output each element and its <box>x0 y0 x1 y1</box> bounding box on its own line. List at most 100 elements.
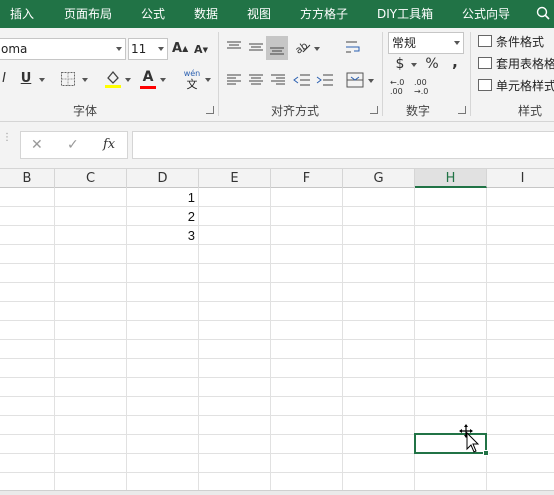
orientation-icon[interactable]: ab <box>294 38 312 56</box>
svg-text:ab: ab <box>294 40 310 56</box>
column-header-d[interactable]: D <box>127 169 199 188</box>
fill-color-icon[interactable] <box>104 69 122 89</box>
decrease-font-icon[interactable]: A▼ <box>193 41 209 59</box>
currency-icon[interactable]: $ <box>394 55 406 73</box>
number-launcher-icon[interactable] <box>458 106 466 114</box>
increase-font-icon[interactable]: A▲ <box>172 40 188 58</box>
format-as-table-label: 套用表格格 <box>496 57 554 71</box>
ribbon-body: oma 11 A▲ A▼ I U A wén 文 字体 ab 对齐方式 常规 $… <box>0 28 554 122</box>
cell-styles-label: 单元格样式 <box>496 79 554 93</box>
gridline <box>0 415 554 416</box>
chevron-down-icon[interactable] <box>125 78 131 82</box>
insert-function-icon[interactable]: fx <box>103 137 115 152</box>
cancel-icon[interactable]: ✕ <box>31 137 43 153</box>
number-format-box[interactable]: 常规 <box>388 32 464 54</box>
tab-page-layout[interactable]: 页面布局 <box>64 0 112 28</box>
italic-button[interactable]: I <box>0 70 8 88</box>
font-launcher-icon[interactable] <box>206 106 214 114</box>
merge-icon[interactable] <box>346 72 364 88</box>
align-middle-icon[interactable] <box>248 40 264 54</box>
gridline <box>0 244 554 245</box>
underline-button[interactable]: U <box>19 70 33 88</box>
decrease-decimal-icon[interactable]: .00 →.0 <box>414 78 436 96</box>
gridline <box>0 206 554 207</box>
enter-icon[interactable]: ✓ <box>67 137 79 153</box>
percent-icon[interactable]: % <box>425 55 439 73</box>
gridline <box>0 225 554 226</box>
gridline <box>0 282 554 283</box>
gridline <box>0 301 554 302</box>
chevron-down-icon[interactable] <box>205 78 211 82</box>
cell-styles-button[interactable]: 单元格样式 <box>478 76 554 96</box>
column-header-e[interactable]: E <box>199 169 271 188</box>
gridline <box>0 472 554 473</box>
align-bottom-button[interactable] <box>266 36 288 60</box>
alignment-launcher-icon[interactable] <box>370 106 378 114</box>
column-header-b[interactable]: B <box>0 169 55 188</box>
tab-insert[interactable]: 插入 <box>10 0 34 28</box>
gridline <box>0 263 554 264</box>
grip-icon[interactable]: ⋮ <box>2 133 12 143</box>
chevron-down-icon[interactable] <box>368 79 374 83</box>
search-icon[interactable] <box>536 6 550 20</box>
chevron-down-icon[interactable] <box>82 78 88 82</box>
font-color-icon[interactable]: A <box>140 68 156 86</box>
gridline <box>0 358 554 359</box>
cell-d3[interactable]: 3 <box>127 226 199 245</box>
border-icon[interactable] <box>60 71 76 87</box>
increase-decimal-icon[interactable]: ←.0 .00 <box>390 78 412 96</box>
align-top-icon[interactable] <box>226 40 242 54</box>
tab-diy-toolbox[interactable]: DIY工具箱 <box>377 0 433 28</box>
divider <box>218 32 219 116</box>
align-bottom-icon <box>270 47 284 55</box>
font-name-box[interactable]: oma <box>0 38 126 60</box>
cell-d1[interactable]: 1 <box>127 188 199 207</box>
tab-formula-wizard[interactable]: 公式向导 <box>462 0 510 28</box>
tab-fangfang[interactable]: 方方格子 <box>300 0 348 28</box>
column-header-row: B C D E F G H I <box>0 168 554 188</box>
font-size-value: 11 <box>131 42 147 56</box>
fill-handle[interactable] <box>483 450 489 456</box>
tab-view[interactable]: 视图 <box>247 0 271 28</box>
conditional-format-button[interactable]: 条件格式 <box>478 32 544 52</box>
chevron-down-icon[interactable] <box>39 78 45 82</box>
column-header-f[interactable]: F <box>271 169 343 188</box>
format-table-icon <box>478 57 492 69</box>
column-header-i[interactable]: I <box>487 169 554 188</box>
gridline <box>0 339 554 340</box>
formula-input[interactable] <box>132 131 554 159</box>
gridline <box>0 320 554 321</box>
ribbon-tab-bar: 插入 页面布局 公式 数据 视图 方方格子 DIY工具箱 公式向导 <box>0 0 554 28</box>
divider <box>470 32 471 116</box>
cell-d2[interactable]: 2 <box>127 207 199 226</box>
font-size-box[interactable]: 11 <box>128 38 168 60</box>
chevron-down-icon[interactable] <box>160 78 166 82</box>
tab-formulas[interactable]: 公式 <box>141 0 165 28</box>
column-header-c[interactable]: C <box>55 169 127 188</box>
indent-decrease-icon[interactable] <box>293 73 311 87</box>
chevron-down-icon[interactable] <box>158 47 164 51</box>
align-left-icon[interactable] <box>226 73 242 87</box>
styles-group-label: 样式 <box>517 104 542 118</box>
chevron-down-icon[interactable] <box>411 63 417 67</box>
horizontal-scrollbar[interactable] <box>0 490 554 495</box>
phonetic-icon[interactable]: wén 文 <box>182 68 202 90</box>
font-group-label: 字体 <box>72 104 97 118</box>
align-right-icon[interactable] <box>270 73 286 87</box>
gridline <box>0 377 554 378</box>
format-as-table-button[interactable]: 套用表格格 <box>478 54 554 74</box>
divider <box>382 32 383 116</box>
column-header-g[interactable]: G <box>343 169 415 188</box>
chevron-down-icon[interactable] <box>314 47 320 51</box>
font-color-bar <box>140 86 156 89</box>
comma-icon[interactable]: , <box>450 53 460 71</box>
indent-increase-icon[interactable] <box>316 73 334 87</box>
tab-data[interactable]: 数据 <box>194 0 218 28</box>
chevron-down-icon[interactable] <box>116 47 122 51</box>
column-header-h[interactable]: H <box>415 169 487 188</box>
chevron-down-icon[interactable] <box>454 41 460 45</box>
alignment-group-label: 对齐方式 <box>270 104 319 118</box>
align-center-icon[interactable] <box>248 73 264 87</box>
wrap-text-icon[interactable] <box>345 40 363 56</box>
conditional-format-icon <box>478 35 492 47</box>
